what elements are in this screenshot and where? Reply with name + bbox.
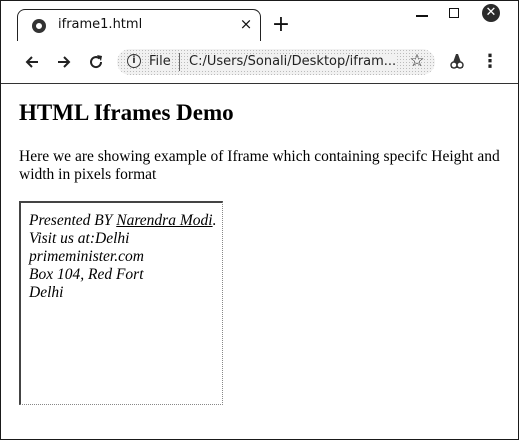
tab-close-button[interactable]: × [238, 16, 254, 32]
arrow-left-icon [25, 56, 38, 68]
window-close-button[interactable]: ✕ [473, 1, 507, 25]
presented-by-text: Presented BY [29, 212, 117, 229]
star-icon[interactable]: ☆ [407, 51, 427, 71]
browser-window: iframe1.html × + ✕ i File C:/Users/Sonal… [0, 0, 519, 440]
file-label: File [149, 54, 171, 69]
site-text: primeminister.com [29, 248, 144, 265]
browser-toolbar: i File C:/Users/Sonali/Desktop/ifram... … [1, 41, 518, 84]
forward-button[interactable] [53, 51, 75, 73]
maximize-button[interactable] [443, 3, 465, 25]
url-text[interactable]: C:/Users/Sonali/Desktop/ifram... [189, 54, 397, 69]
visit-line: Visit us at:Delhi [29, 230, 130, 247]
embedded-iframe[interactable]: Presented BY Narendra Modi. Visit us at:… [19, 201, 223, 405]
page-heading: HTML Iframes Demo [19, 100, 234, 125]
divider [179, 53, 180, 71]
presenter-link[interactable]: Narendra Modi [116, 212, 212, 229]
minimize-button[interactable] [411, 3, 433, 25]
title-bar: iframe1.html × + ✕ [1, 1, 518, 41]
globe-icon [32, 19, 46, 33]
arrow-right-icon [58, 56, 71, 68]
info-icon[interactable]: i [127, 54, 141, 68]
reload-button[interactable] [85, 51, 107, 73]
address-line-1: Box 104, Red Fort [29, 266, 144, 283]
close-icon: ✕ [482, 4, 500, 22]
tab-iframe1[interactable]: iframe1.html × [17, 9, 261, 41]
extension-glyph-icon [450, 54, 464, 69]
extension-icon[interactable] [447, 51, 467, 71]
page-description: Here we are showing example of Iframe wh… [19, 148, 500, 183]
back-button[interactable] [21, 51, 43, 73]
address-line-2: Delhi [29, 284, 64, 301]
iframe-content: Presented BY Narendra Modi. Visit us at:… [29, 212, 219, 302]
page-content: HTML Iframes Demo Here we are showing ex… [1, 84, 518, 439]
address-bar[interactable]: i File C:/Users/Sonali/Desktop/ifram... … [117, 49, 435, 75]
new-tab-button[interactable]: + [271, 14, 291, 36]
presented-by-suffix: . [212, 212, 217, 229]
tab-title: iframe1.html [58, 17, 143, 32]
reload-icon [90, 55, 103, 69]
kebab-menu-icon[interactable]: ⋮ [481, 51, 499, 73]
